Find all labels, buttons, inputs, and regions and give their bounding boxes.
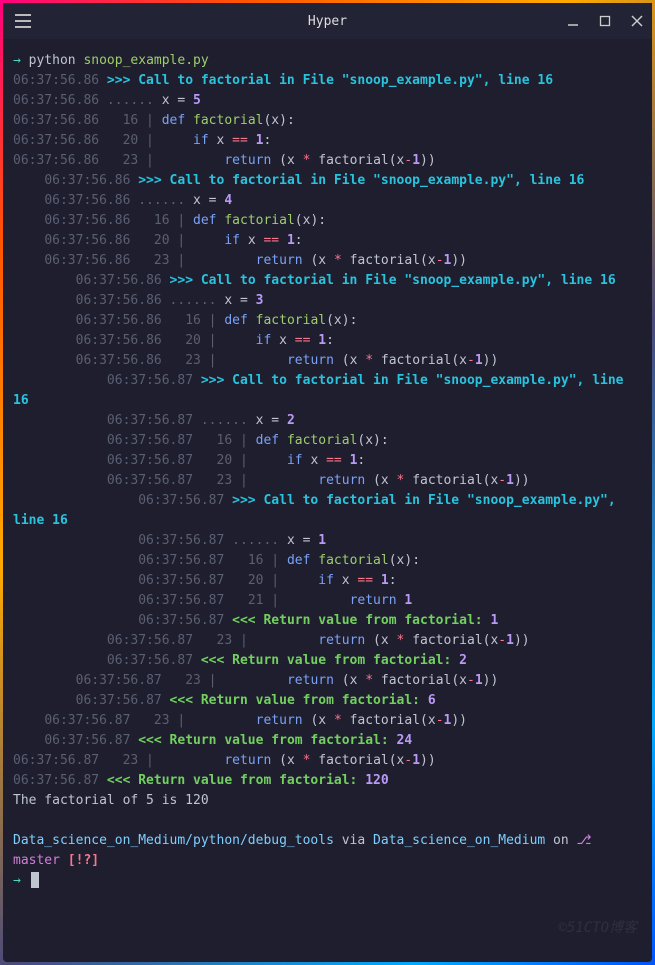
terminal-output[interactable]: → python snoop_example.py06:37:56.86 >>>… — [3, 39, 652, 962]
cursor — [31, 872, 39, 888]
window-controls — [566, 14, 644, 28]
maximize-button[interactable] — [598, 14, 612, 28]
hamburger-menu-icon[interactable] — [11, 9, 35, 33]
terminal-window: Hyper → python snoop_example.py06:37:56.… — [3, 3, 652, 962]
close-button[interactable] — [630, 14, 644, 28]
titlebar: Hyper — [3, 3, 652, 39]
window-title: Hyper — [3, 14, 652, 29]
minimize-button[interactable] — [566, 14, 580, 28]
